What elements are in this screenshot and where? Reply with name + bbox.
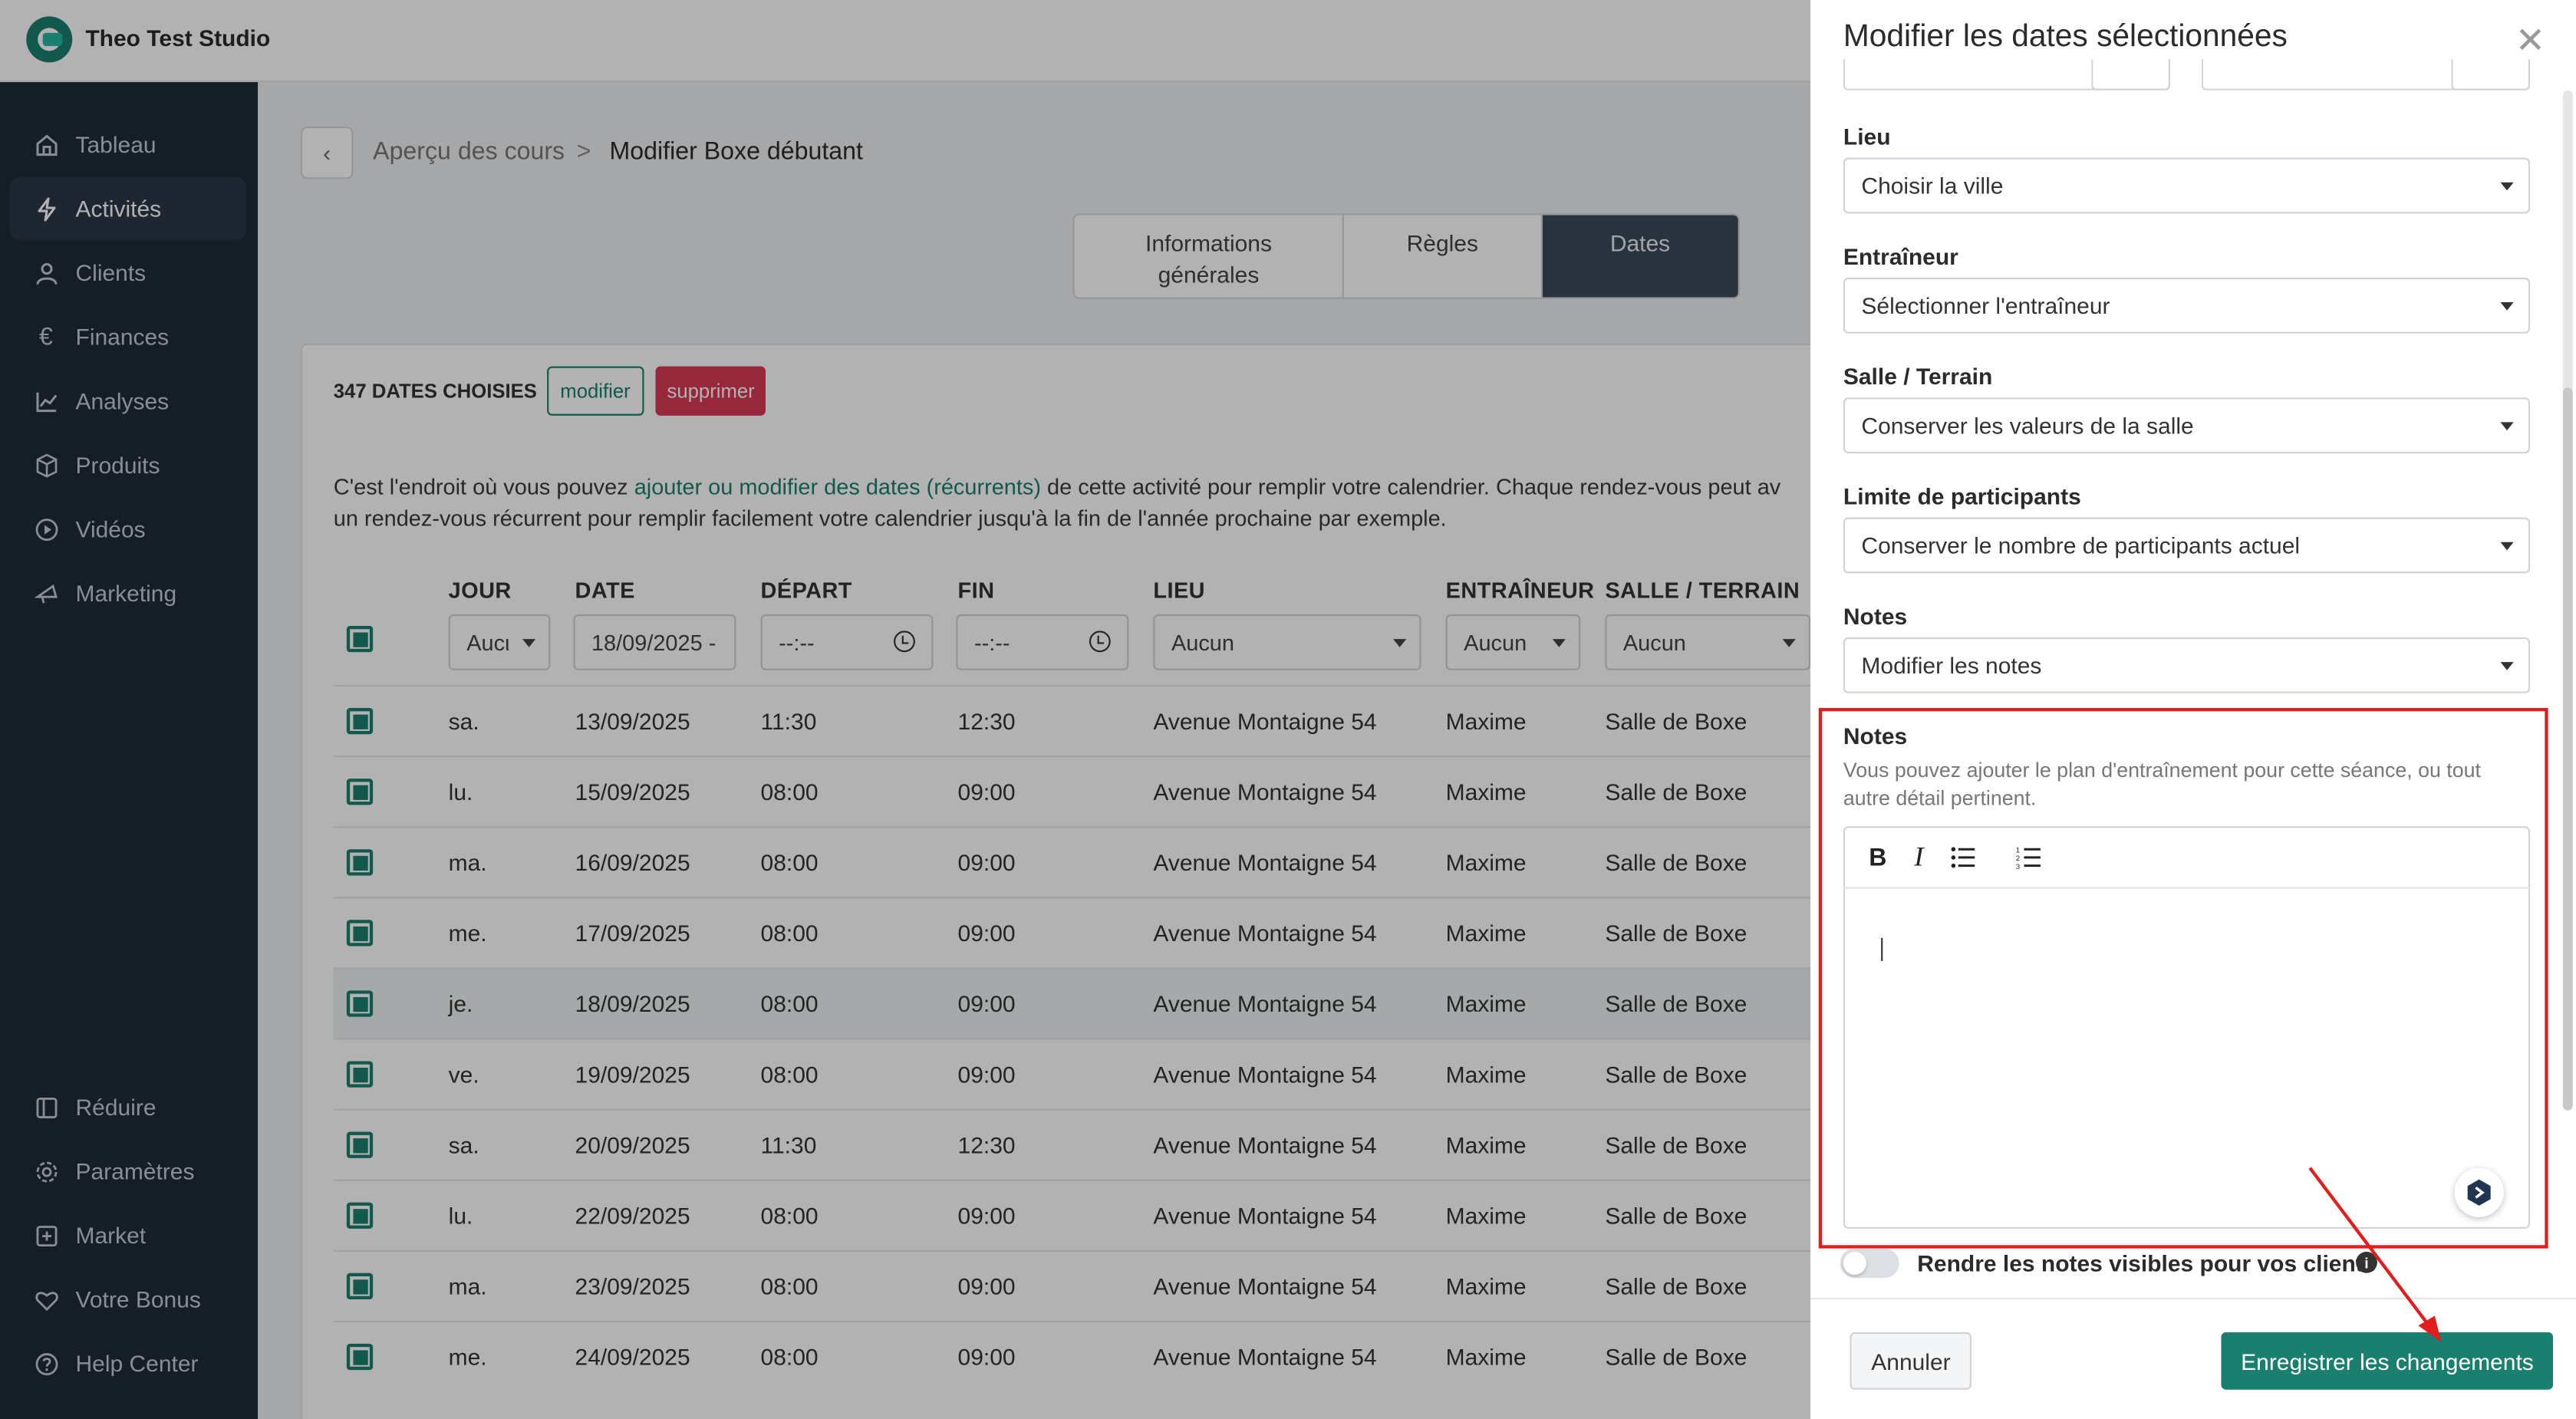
chevron-down-icon [2500,302,2514,311]
notes-mode-select[interactable]: Modifier les notes [1843,637,2531,693]
chevron-down-icon [2500,662,2514,670]
field-label-lieu: Lieu [1843,123,1891,150]
lieu-select-value: Choisir la ville [1861,172,2004,199]
limite-select-value: Conserver le nombre de participants actu… [1861,532,2301,559]
limite-participants-select[interactable]: Conserver le nombre de participants actu… [1843,517,2531,574]
annotation-arrow [2308,1167,2442,1342]
field-label-limite: Limite de participants [1843,482,2081,509]
partial-field-left-addon [2091,59,2171,91]
modal-backdrop[interactable] [0,0,1811,1419]
chevron-down-icon [2500,182,2514,191]
partial-field-right-addon [2451,59,2531,91]
entraineur-select-value: Sélectionner l'entraîneur [1861,292,2110,319]
field-label-entraineur: Entraîneur [1843,242,1958,270]
drawer-title: Modifier les dates sélectionnées [1843,19,2288,54]
chevron-down-icon [2500,542,2514,551]
cancel-button[interactable]: Annuler [1850,1332,1972,1390]
salle-select[interactable]: Conserver les valeurs de la salle [1843,397,2531,454]
drawer-scrollbar-thumb[interactable] [2562,387,2573,1111]
lieu-select[interactable]: Choisir la ville [1843,157,2531,214]
field-label-notes-mode: Notes [1843,602,1908,630]
chevron-down-icon [2500,422,2514,431]
notes-mode-select-value: Modifier les notes [1861,652,2042,679]
entraineur-select[interactable]: Sélectionner l'entraîneur [1843,277,2531,334]
close-icon[interactable]: ✕ [2515,20,2545,63]
field-label-salle: Salle / Terrain [1843,363,1993,390]
salle-select-value: Conserver les valeurs de la salle [1861,412,2194,439]
notes-visibility-toggle[interactable] [1840,1248,1899,1279]
